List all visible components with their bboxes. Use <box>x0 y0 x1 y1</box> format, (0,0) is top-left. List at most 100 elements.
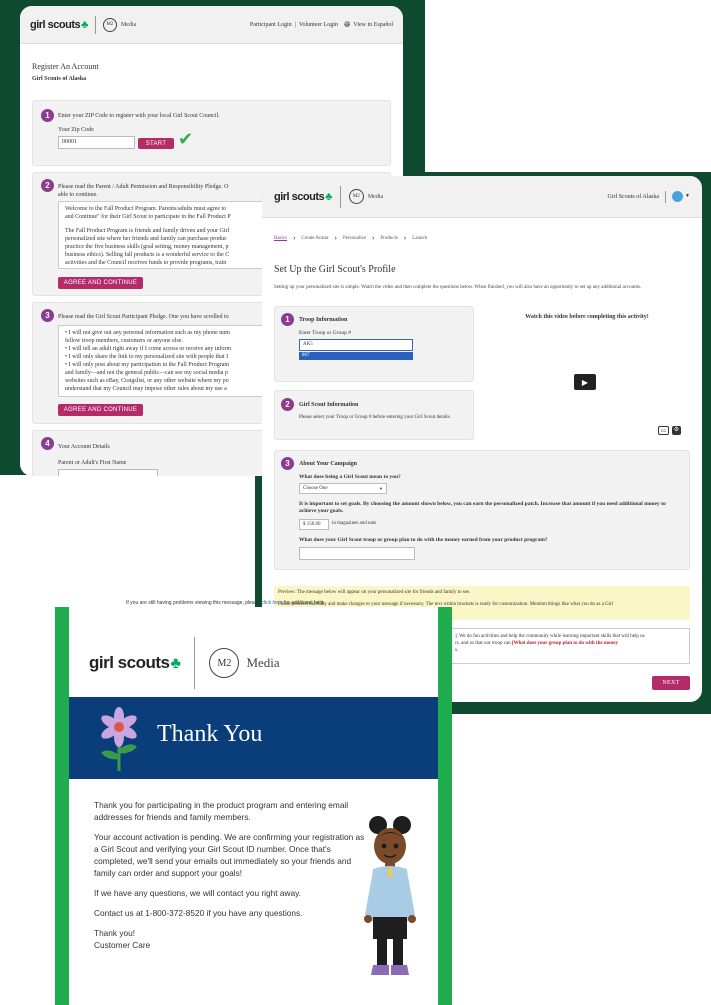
message-line-2-text: rs, and so that our troop can <box>455 641 512 646</box>
chevron-right-icon: › <box>293 234 296 242</box>
meaning-select[interactable]: Choose One ▼ <box>299 483 387 494</box>
globe-icon: 🌐︎ <box>343 19 351 29</box>
profile-intro: Setting up your personalized site is sim… <box>274 285 642 290</box>
troop-input[interactable]: AK5 <box>299 339 413 351</box>
media-label: Media <box>367 193 384 200</box>
m2-logo: M2 <box>209 648 240 678</box>
media-label: Media <box>120 21 137 28</box>
email-paragraph-3: If we have any questions, we will contac… <box>94 888 301 898</box>
trouble-text-end: for additional help. <box>283 600 325 606</box>
checkmark-icon: ✔ <box>178 129 194 150</box>
m2-logo: M2 <box>102 17 117 32</box>
troop-label: Enter Troop or Group # <box>299 330 351 336</box>
thank-you-heading: Thank You <box>157 721 263 747</box>
nav-separator: | <box>294 21 296 28</box>
campaign-step-number: 3 <box>281 457 294 470</box>
logo-text: girl scouts <box>89 653 170 672</box>
trefoil-icon: ♣ <box>170 655 181 672</box>
logo-text: girl scouts <box>274 190 325 203</box>
flower-icon <box>101 707 137 771</box>
troop-option[interactable]: 867 <box>299 352 413 360</box>
email-paragraph-2: Your account activation is pending. We a… <box>94 832 365 878</box>
agree-continue-button-1[interactable]: AGREE AND CONTINUE <box>58 277 143 289</box>
logo-divider <box>94 15 96 34</box>
council-name: Girl Scouts of Alaska <box>32 76 87 82</box>
parent-pledge-instruction: Please read the Parent / Adult Permissio… <box>58 184 229 190</box>
step-3-number: 3 <box>41 309 54 322</box>
media-label: Media <box>246 655 280 670</box>
email-paragraph-4: Contact us at 1-800-372-8520 if you have… <box>94 908 303 918</box>
email-logos: girl scouts♣ M2 Media <box>89 637 280 689</box>
troop-info-section: 1 Troop Information Enter Troop or Group… <box>274 306 474 382</box>
espanol-link[interactable]: View in Español <box>353 21 393 29</box>
email-signoff-1: Thank you! <box>94 928 136 938</box>
girl-scout-step-number: 2 <box>281 398 294 411</box>
girl-scouts-logo: girl scouts♣ <box>30 19 88 31</box>
trefoil-icon: ♣ <box>325 190 332 203</box>
email-paragraph-1: Thank you for participating in the produ… <box>94 800 349 822</box>
agree-continue-button-2[interactable]: AGREE AND CONTINUE <box>58 404 143 416</box>
first-name-input[interactable] <box>58 469 158 476</box>
crumb-products[interactable]: Products <box>380 236 398 241</box>
troop-step-number: 1 <box>281 313 294 326</box>
campaign-heading: About Your Campaign <box>299 461 358 467</box>
register-header: girl scouts♣ M2 Media Participant Login … <box>20 6 403 44</box>
breadcrumb: Basics › Create Avatar › Personalize › P… <box>274 234 427 242</box>
campaign-section: 3 About Your Campaign What does being a … <box>274 450 690 570</box>
girl-scouts-logo: girl scouts♣ <box>274 191 332 203</box>
crumb-personalize[interactable]: Personalize <box>343 236 366 241</box>
video-heading: Watch this video before completing this … <box>525 314 649 320</box>
girl-scout-info-heading: Girl Scout Information <box>299 402 359 408</box>
captions-icon[interactable]: CC <box>658 426 669 435</box>
header-divider <box>665 190 667 203</box>
email-signoff-2: Customer Care <box>94 940 151 950</box>
crumb-launch[interactable]: Launch <box>412 236 427 241</box>
girl-scouts-logo: girl scouts♣ <box>89 653 181 673</box>
video-panel: Watch this video before completing this … <box>480 306 694 440</box>
goal-text: It is important to set goals. By choosin… <box>299 501 666 514</box>
chevron-right-icon: › <box>403 234 407 242</box>
trouble-text: If you are still having problems viewing… <box>126 600 260 606</box>
next-button[interactable]: NEXT <box>652 676 690 690</box>
volunteer-login-link[interactable]: Volunteer Login <box>299 21 338 29</box>
meaning-select-value: Choose One <box>303 486 328 491</box>
message-line-2: rs, and so that our troop can [What does… <box>455 640 685 647</box>
participant-login-link[interactable]: Participant Login <box>250 21 292 29</box>
thank-you-email: girl scouts♣ M2 Media Thank You Thank yo… <box>55 607 452 1005</box>
money-plan-input[interactable] <box>299 547 415 560</box>
zip-step: 1 Enter your ZIP Code to register with y… <box>32 100 391 166</box>
logo-divider <box>339 185 341 208</box>
chevron-right-icon: › <box>334 234 338 242</box>
avatar-icon[interactable] <box>672 191 684 202</box>
play-button-icon[interactable]: ▶ <box>574 374 596 390</box>
chevron-down-icon[interactable]: ▼ <box>685 194 690 199</box>
m2-logo: M2 <box>348 189 364 204</box>
logo-text: girl scouts <box>30 18 81 31</box>
trouble-notice: If you are still having problems viewing… <box>126 600 325 606</box>
start-button[interactable]: START <box>138 138 174 149</box>
campaign-question-2: What does your Girl Scout troop or group… <box>299 537 548 543</box>
chevron-right-icon: › <box>372 234 375 242</box>
account-details-heading: Your Account Details <box>58 444 110 450</box>
chevron-down-icon: ▼ <box>379 486 383 491</box>
first-name-label: Parent or Adult's First Name <box>58 460 127 466</box>
settings-icon[interactable]: ⚙︎ <box>672 426 681 435</box>
message-placeholder: [What does your group plan to do with th… <box>511 641 619 646</box>
step-2-number: 2 <box>41 179 54 192</box>
email-body: girl scouts♣ M2 Media Thank You Thank yo… <box>69 607 438 1005</box>
participant-pledge-instruction: Please read the Girl Scout Participant P… <box>58 314 229 320</box>
goal-amount-input[interactable]: $ 150.00 <box>299 519 329 530</box>
goal-amount-value: 150.00 <box>306 522 321 527</box>
crumb-create-avatar[interactable]: Create Avatar <box>301 236 328 241</box>
thank-you-banner: Thank You <box>69 697 438 779</box>
goal-amount-suffix: in magazines and nuts <box>332 521 377 526</box>
step-1-number: 1 <box>41 109 54 122</box>
girl-scout-info-section: 2 Girl Scout Information Please select y… <box>274 390 474 440</box>
troop-info-heading: Troop Information <box>299 317 348 323</box>
logo-divider <box>194 637 196 689</box>
girl-scout-info-text: Please select your Troop or Group # befo… <box>299 415 451 420</box>
zip-input[interactable]: 00001 <box>58 136 135 149</box>
crumb-basics[interactable]: Basics <box>274 236 287 241</box>
council-label: Girl Scouts of Alaska <box>607 193 660 200</box>
trouble-link[interactable]: click here <box>261 600 282 606</box>
